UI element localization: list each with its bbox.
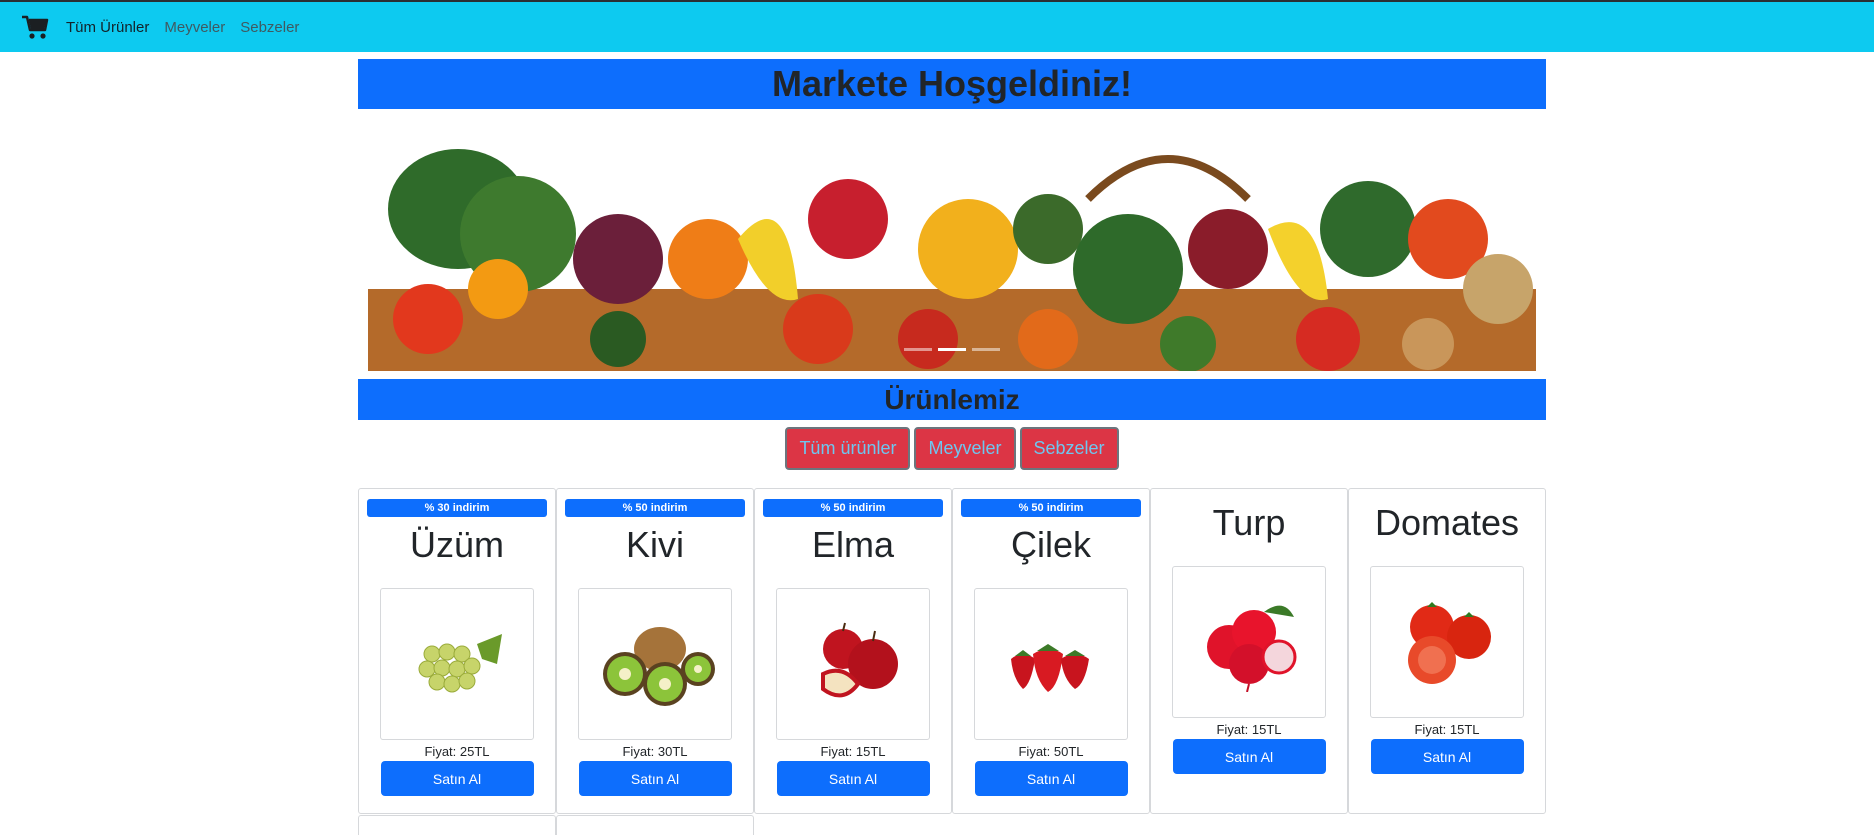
product-card-elma: % 50 indirim Elma Fiyat: 15TL Satın Al <box>754 488 952 814</box>
filter-vegetables-button[interactable]: Sebzeler <box>1019 427 1119 470</box>
radish-icon <box>1207 605 1297 692</box>
discount-badge: % 30 indirim <box>367 499 547 517</box>
product-image <box>1370 566 1524 718</box>
product-price: Fiyat: 30TL <box>622 744 688 759</box>
product-card-kivi: % 50 indirim Kivi Fiyat: 30TL Satın Al <box>556 488 754 814</box>
product-price: Fiyat: 15TL <box>1216 722 1282 737</box>
buy-button[interactable]: Satın Al <box>1172 739 1326 774</box>
product-card <box>556 815 754 835</box>
strawberry-icon <box>1011 644 1089 692</box>
discount-badge: % 50 indirim <box>565 499 745 517</box>
buy-button[interactable]: Satın Al <box>578 761 732 796</box>
product-price: Fiyat: 25TL <box>424 744 490 759</box>
top-navbar: Tüm Ürünler Meyveler Sebzeler <box>0 0 1874 52</box>
product-card-uzum: % 30 indirim Üzüm Fiyat: 25TL Satın Al <box>358 488 556 814</box>
produce-carousel[interactable] <box>368 139 1536 371</box>
shopping-cart-icon[interactable] <box>20 12 50 42</box>
discount-badge: % 50 indirim <box>961 499 1141 517</box>
kiwi-icon <box>603 627 715 706</box>
product-name: Üzüm <box>409 524 504 565</box>
product-card-turp: Turp Fiyat: 15TL Satın Al <box>1150 488 1348 814</box>
product-image <box>578 588 732 740</box>
filter-all-button[interactable]: Tüm ürünler <box>785 427 911 470</box>
carousel-indicator-1[interactable] <box>904 348 932 351</box>
product-name: Domates <box>1374 502 1520 543</box>
product-name: Çilek <box>1010 524 1091 565</box>
buy-button[interactable]: Satın Al <box>776 761 930 796</box>
carousel-indicator-2[interactable] <box>938 348 966 351</box>
product-name: Kivi <box>625 524 684 565</box>
tomato-icon <box>1408 602 1491 684</box>
apple-icon <box>821 622 898 698</box>
carousel-produce-image <box>368 139 1536 371</box>
product-image <box>380 588 534 740</box>
main-container: Markete Hoşgeldiniz! Ürünlemiz Tüm ürünl… <box>358 59 1546 835</box>
buy-button[interactable]: Satın Al <box>380 761 534 796</box>
carousel-indicators <box>368 348 1536 351</box>
product-image <box>1172 566 1326 718</box>
nav-link-vegetables[interactable]: Sebzeler <box>240 19 299 36</box>
products-section-title: Ürünlemiz <box>358 379 1546 420</box>
product-price: Fiyat: 15TL <box>1414 722 1480 737</box>
product-price: Fiyat: 50TL <box>1018 744 1084 759</box>
product-card-domates: Domates Fiyat: 15TL Satın Al <box>1348 488 1546 814</box>
category-filters: Tüm ürünler Meyveler Sebzeler <box>358 427 1546 470</box>
product-price: Fiyat: 15TL <box>820 744 886 759</box>
product-card-cilek: % 50 indirim Çilek Fiyat: 50TL Satın Al <box>952 488 1150 814</box>
product-name: Turp <box>1212 502 1286 543</box>
product-grid-next-row <box>358 815 1546 835</box>
product-image <box>776 588 930 740</box>
nav-link-fruits[interactable]: Meyveler <box>164 19 225 36</box>
grapes-icon <box>418 634 502 693</box>
welcome-title: Markete Hoşgeldiniz! <box>358 59 1546 109</box>
discount-badge: % 50 indirim <box>763 499 943 517</box>
filter-fruits-button[interactable]: Meyveler <box>914 427 1016 470</box>
carousel-indicator-3[interactable] <box>972 348 1000 351</box>
product-grid: % 30 indirim Üzüm Fiyat: 25TL Satın Al %… <box>358 488 1546 814</box>
product-card <box>358 815 556 835</box>
product-image <box>974 588 1128 740</box>
buy-button[interactable]: Satın Al <box>1370 739 1524 774</box>
product-name: Elma <box>811 524 895 565</box>
buy-button[interactable]: Satın Al <box>974 761 1128 796</box>
nav-link-all-products[interactable]: Tüm Ürünler <box>66 19 149 36</box>
